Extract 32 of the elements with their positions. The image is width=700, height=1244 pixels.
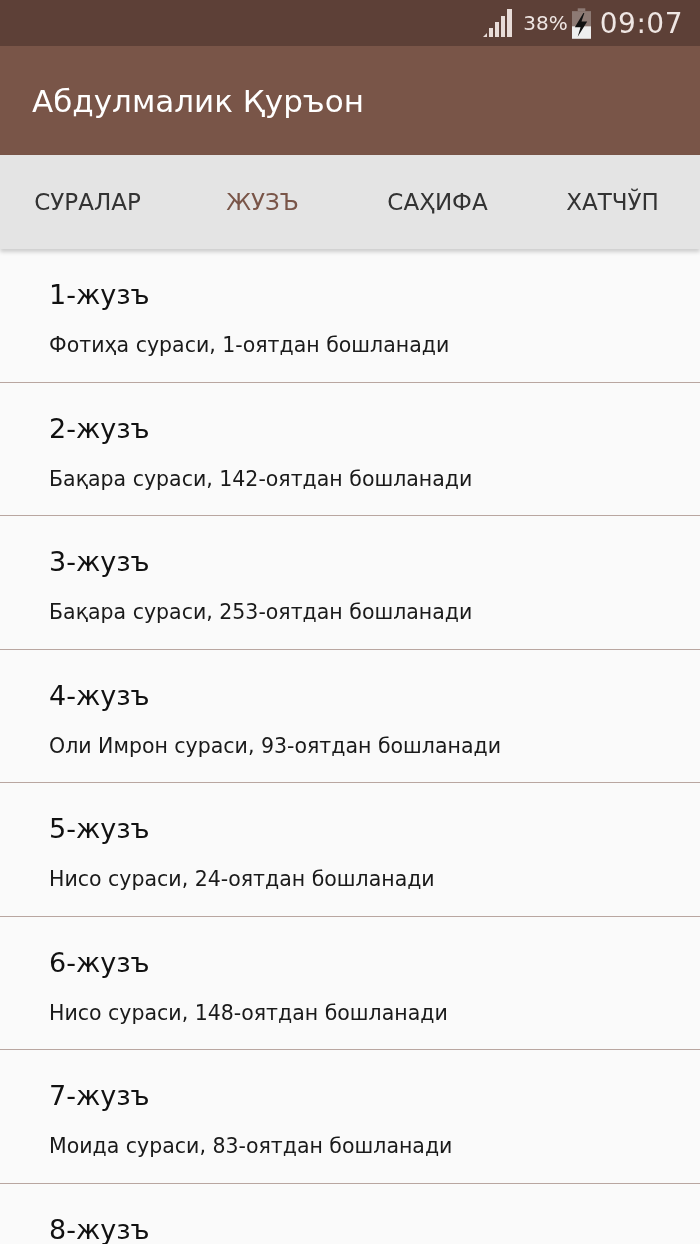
- list-item[interactable]: 2-жузъ Бақара сураси, 142-оятдан бошланади: [0, 382, 700, 516]
- battery-percentage: 38%: [523, 11, 568, 35]
- list-item[interactable]: 8-жузъ: [0, 1183, 700, 1244]
- app-title: Абдулмалик Қуръон: [32, 82, 364, 119]
- signal-icon: [483, 9, 514, 37]
- tab[interactable]: ЖУЗЪ: [175, 155, 350, 249]
- battery-charging-icon: [571, 7, 591, 39]
- juz-title: 2-жузъ: [49, 411, 150, 446]
- juz-start-text: Бақара сураси, 253-оятдан бошланади: [49, 599, 473, 626]
- list-item[interactable]: 3-жузъ Бақара сураси, 253-оятдан бошланади: [0, 516, 700, 650]
- juz-start-text: Оли Имрон сураси, 93-оятдан бошланади: [49, 732, 501, 760]
- list-item[interactable]: 1-жузъ Фотиҳа сураси, 1-оятдан бошланади: [0, 249, 700, 383]
- juz-start-text: Бақара сураси, 142-оятдан бошланади: [49, 465, 473, 493]
- juz-title: 4-жузъ: [49, 678, 150, 713]
- juz-start-text: Нисо сураси, 24-оятдан бошланади: [49, 866, 435, 893]
- list-item[interactable]: 7-жузъ Моида сураси, 83-оятдан бошланади: [0, 1050, 700, 1184]
- juz-start-text: Моида сураси, 83-оятдан бошланади: [49, 1133, 453, 1160]
- list-item[interactable]: 5-жузъ Нисо сураси, 24-оятдан бошланади: [0, 783, 700, 917]
- clock-time: 09:07: [599, 6, 683, 40]
- juz-start-text: Нисо сураси, 148-оятдан бошланади: [49, 999, 448, 1027]
- juz-title: 6-жузъ: [49, 945, 150, 980]
- list-item[interactable]: 6-жузъ Нисо сураси, 148-оятдан бошланади: [0, 916, 700, 1050]
- juz-title: 5-жузъ: [49, 812, 150, 846]
- juz-start-text: Фотиҳа сураси, 1-оятдан бошланади: [49, 332, 450, 359]
- tab[interactable]: ХАТЧЎП: [525, 155, 700, 249]
- juz-title: 3-жузъ: [49, 545, 150, 579]
- juz-title: 1-жузъ: [49, 278, 150, 312]
- tab[interactable]: САҲИФА: [350, 155, 525, 249]
- list-item[interactable]: 4-жузъ Оли Имрон сураси, 93-оятдан бошланади: [0, 649, 700, 783]
- juz-title: 7-жузъ: [49, 1079, 150, 1113]
- juz-title: 8-жузъ: [49, 1212, 150, 1244]
- tab[interactable]: СУРАЛАР: [0, 155, 175, 249]
